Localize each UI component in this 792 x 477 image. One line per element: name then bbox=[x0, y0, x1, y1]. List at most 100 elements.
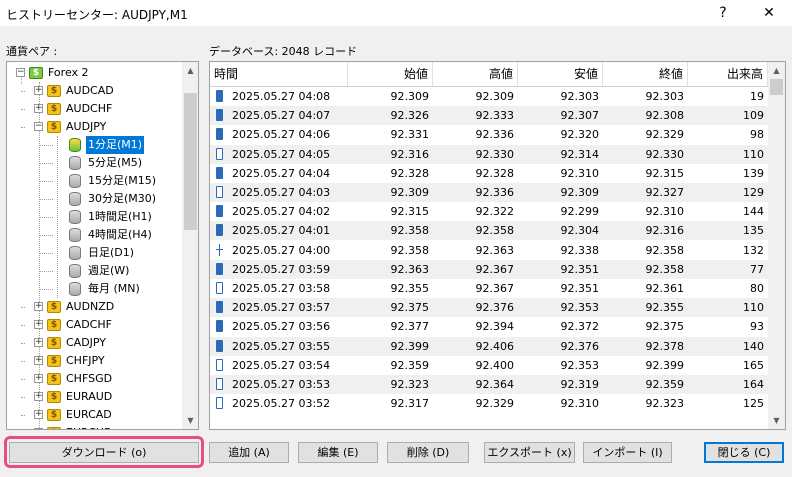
tree-node-audjpy[interactable]: − $ AUDJPY bbox=[7, 118, 182, 136]
expand-icon[interactable]: + bbox=[34, 302, 43, 311]
cell-low: 92.338 bbox=[560, 243, 600, 257]
table-row[interactable]: 2025.05.27 03:55 92.399 92.406 92.376 92.378… bbox=[210, 336, 768, 356]
cell-open: 92.363 bbox=[390, 262, 430, 276]
symbol-tree[interactable]: − $ Forex 2 + $ AUDCAD + $ AUDCHF − $ AUDJPY 1分足(M1)… bbox=[6, 61, 199, 430]
table-scrollbar[interactable]: ▲ ▼ bbox=[768, 62, 785, 429]
candle-icon bbox=[216, 301, 223, 314]
tree-node-15m15[interactable]: 15分足(M15) bbox=[7, 172, 182, 190]
tree-scrollbar[interactable]: ▲ ▼ bbox=[182, 62, 198, 429]
cell-close: 92.399 bbox=[645, 358, 685, 372]
table-row[interactable]: 2025.05.27 04:02 92.315 92.322 92.299 92.310… bbox=[210, 202, 768, 221]
column-header-time[interactable]: 時間 bbox=[210, 62, 348, 86]
tree-node-30m30[interactable]: 30分足(M30) bbox=[7, 190, 182, 208]
tree-scroll-thumb[interactable] bbox=[184, 93, 197, 230]
table-row[interactable]: 2025.05.27 04:08 92.309 92.309 92.303 92.303… bbox=[210, 87, 768, 106]
column-header-close[interactable]: 終値 bbox=[603, 62, 688, 86]
collapse-icon[interactable]: − bbox=[34, 122, 43, 131]
tree-node-euraud[interactable]: + $ EURAUD bbox=[7, 388, 182, 406]
candle-icon bbox=[216, 282, 223, 294]
table-row[interactable]: 2025.05.27 03:56 92.377 92.394 92.372 92.375… bbox=[210, 317, 768, 336]
tree-node-audchf[interactable]: + $ AUDCHF bbox=[7, 100, 182, 118]
table-row[interactable]: 2025.05.27 03:52 92.317 92.329 92.310 92.323… bbox=[210, 394, 768, 413]
expand-icon[interactable]: + bbox=[34, 374, 43, 383]
table-row[interactable]: 2025.05.27 04:06 92.331 92.336 92.320 92.329… bbox=[210, 125, 768, 144]
expand-icon[interactable]: + bbox=[34, 338, 43, 347]
tree-node-4h4[interactable]: 4時間足(H4) bbox=[7, 226, 182, 244]
tree-node-1m1[interactable]: 1分足(M1) bbox=[7, 136, 182, 154]
tree-node-5m5[interactable]: 5分足(M5) bbox=[7, 154, 182, 172]
currency-icon: $ bbox=[47, 337, 61, 349]
cell-low: 92.307 bbox=[560, 109, 600, 123]
tree-node-d1[interactable]: 日足(D1) bbox=[7, 244, 182, 262]
cell-time: 2025.05.27 04:02 bbox=[232, 205, 331, 219]
column-header-high[interactable]: 高値 bbox=[433, 62, 518, 86]
table-row[interactable]: 2025.05.27 04:00 92.358 92.363 92.338 92.358… bbox=[210, 241, 768, 260]
tree-node-forex2[interactable]: − $ Forex 2 bbox=[7, 64, 182, 82]
expand-icon[interactable]: + bbox=[34, 104, 43, 113]
cell-close: 92.378 bbox=[645, 339, 685, 353]
candle-icon bbox=[216, 358, 223, 371]
tree-node-label: 30分足(M30) bbox=[88, 192, 157, 205]
table-row[interactable]: 2025.05.27 04:01 92.358 92.358 92.304 92.316… bbox=[210, 221, 768, 241]
tree-node-mn[interactable]: 毎月 (MN) bbox=[7, 280, 182, 298]
expand-icon[interactable]: + bbox=[34, 410, 43, 419]
tree-node-label: AUDJPY bbox=[66, 120, 107, 133]
expand-icon[interactable]: + bbox=[34, 428, 43, 429]
column-header-low[interactable]: 安値 bbox=[518, 62, 603, 86]
table-row[interactable]: 2025.05.27 03:53 92.323 92.364 92.319 92.359… bbox=[210, 375, 768, 394]
cell-vol: 140 bbox=[743, 339, 764, 353]
tree-connector bbox=[21, 343, 25, 344]
history-table[interactable]: 時間 始値 高値 安値 終値 出来高 2025.05.27 04:08 92.30… bbox=[209, 61, 786, 430]
scroll-up-icon[interactable]: ▲ bbox=[768, 62, 785, 79]
cell-vol: 98 bbox=[750, 128, 764, 142]
export-button[interactable]: エクスポート (x) bbox=[484, 442, 575, 463]
cell-low: 92.309 bbox=[560, 186, 600, 199]
cell-vol: 165 bbox=[743, 358, 764, 372]
table-row[interactable]: 2025.05.27 04:05 92.316 92.330 92.314 92.330… bbox=[210, 144, 768, 164]
scroll-down-icon[interactable]: ▼ bbox=[768, 412, 785, 429]
table-row[interactable]: 2025.05.27 04:03 92.309 92.336 92.309 92.327… bbox=[210, 183, 768, 202]
edit-button[interactable]: 編集 (E) bbox=[298, 442, 378, 463]
tree-node-chfsgd[interactable]: + $ CHFSGD bbox=[7, 370, 182, 388]
table-row[interactable]: 2025.05.27 03:54 92.359 92.400 92.353 92.399… bbox=[210, 356, 768, 375]
table-row[interactable]: 2025.05.27 03:57 92.375 92.376 92.353 92.355… bbox=[210, 298, 768, 318]
column-header-open[interactable]: 始値 bbox=[348, 62, 433, 86]
expand-icon[interactable]: + bbox=[34, 320, 43, 329]
help-button[interactable]: ? bbox=[700, 0, 746, 26]
add-button[interactable]: 追加 (A) bbox=[209, 442, 289, 463]
table-scroll-thumb[interactable] bbox=[770, 79, 783, 95]
expand-icon[interactable]: + bbox=[34, 392, 43, 401]
tree-node-cadjpy[interactable]: + $ CADJPY bbox=[7, 334, 182, 352]
close-button[interactable]: 閉じる (C) bbox=[704, 442, 784, 463]
table-row[interactable]: 2025.05.27 04:07 92.326 92.333 92.307 92.308… bbox=[210, 106, 768, 126]
cell-vol: 77 bbox=[750, 262, 764, 276]
expand-icon[interactable]: + bbox=[34, 86, 43, 95]
table-row[interactable]: 2025.05.27 03:59 92.363 92.367 92.351 92.358… bbox=[210, 259, 768, 279]
tree-node-1h1[interactable]: 1時間足(H1) bbox=[7, 208, 182, 226]
cell-vol: 110 bbox=[743, 147, 764, 161]
cell-vol: 19 bbox=[750, 90, 764, 103]
tree-node-eurcad[interactable]: + $ EURCAD bbox=[7, 406, 182, 424]
cell-open: 92.358 bbox=[390, 224, 430, 238]
delete-button[interactable]: 削除 (D) bbox=[387, 442, 469, 463]
scroll-up-icon[interactable]: ▲ bbox=[182, 62, 198, 79]
tree-node-audcad[interactable]: + $ AUDCAD bbox=[7, 82, 182, 100]
table-row[interactable]: 2025.05.27 03:58 92.355 92.367 92.351 92.361… bbox=[210, 279, 768, 298]
tree-node-eurchf[interactable]: + $EURCHF bbox=[7, 424, 182, 429]
collapse-icon[interactable]: − bbox=[16, 68, 25, 77]
tree-connector bbox=[21, 379, 25, 380]
cell-time: 2025.05.27 03:53 bbox=[232, 378, 331, 391]
tree-node-w[interactable]: 週足(W) bbox=[7, 262, 182, 280]
expand-icon[interactable]: + bbox=[34, 356, 43, 365]
column-header-volume[interactable]: 出来高 bbox=[688, 62, 768, 86]
import-button[interactable]: インポート (I) bbox=[583, 442, 672, 463]
close-window-icon[interactable]: ✕ bbox=[746, 0, 792, 26]
table-row[interactable]: 2025.05.27 04:04 92.328 92.328 92.310 92.315… bbox=[210, 164, 768, 183]
currency-icon: $ bbox=[47, 355, 61, 367]
tree-node-chfjpy[interactable]: + $ CHFJPY bbox=[7, 352, 182, 370]
tree-node-cadchf[interactable]: + $ CADCHF bbox=[7, 316, 182, 334]
scroll-down-icon[interactable]: ▼ bbox=[182, 412, 198, 429]
tree-connector bbox=[39, 199, 53, 200]
tree-node-audnzd[interactable]: + $ AUDNZD bbox=[7, 298, 182, 316]
cell-time: 2025.05.27 03:56 bbox=[232, 320, 331, 334]
